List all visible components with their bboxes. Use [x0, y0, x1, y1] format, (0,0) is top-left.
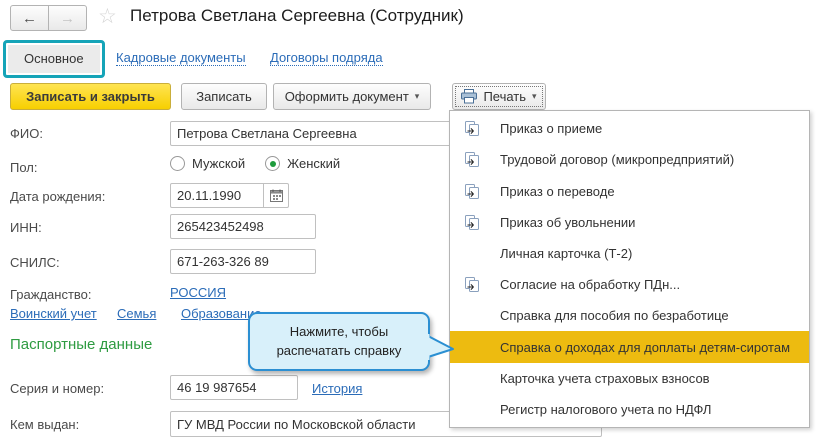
annotation-callout: Нажмите, чтобы распечатать справку	[248, 312, 430, 371]
back-arrow-icon: ←	[22, 10, 37, 27]
military-record-link[interactable]: Воинский учет	[10, 306, 97, 321]
forward-button[interactable]: →	[48, 5, 87, 31]
forward-arrow-icon: →	[60, 10, 75, 27]
print-form-icon	[462, 120, 482, 138]
fio-input[interactable]	[170, 121, 455, 146]
citizenship-label: Гражданство:	[10, 287, 92, 302]
series-number-label: Серия и номер:	[10, 381, 104, 396]
menu-item-label: Справка о доходах для доплаты детям-сиро…	[500, 340, 790, 355]
menu-item-soglasie-pdn[interactable]: Согласие на обработку ПДн...	[450, 269, 809, 300]
fio-label: ФИО:	[10, 126, 43, 141]
save-button[interactable]: Записать	[181, 83, 267, 110]
back-button[interactable]: ←	[10, 5, 49, 31]
print-form-icon	[462, 182, 482, 200]
series-number-input[interactable]	[170, 375, 298, 400]
radio-female-label: Женский	[287, 156, 340, 171]
menu-item-registr-ndfl[interactable]: Регистр налогового учета по НДФЛ	[450, 394, 809, 425]
save-and-close-button[interactable]: Записать и закрыть	[10, 83, 171, 110]
icon-placeholder	[462, 369, 482, 387]
menu-item-prikaz-o-prieme[interactable]: Приказ о приеме	[450, 113, 809, 144]
printer-icon	[461, 89, 477, 104]
menu-item-label: Приказ о переводе	[500, 184, 615, 199]
citizenship-link[interactable]: РОССИЯ	[170, 285, 226, 300]
callout-arrow-icon	[427, 334, 455, 360]
menu-item-label: Согласие на обработку ПДн...	[500, 277, 680, 292]
menu-item-label: Личная карточка (Т-2)	[500, 246, 632, 261]
chevron-down-icon: ▾	[415, 92, 420, 101]
gender-radio-group: Мужской Женский	[170, 156, 340, 171]
birth-date-label: Дата рождения:	[10, 189, 105, 204]
print-form-icon	[462, 276, 482, 294]
print-dropdown-menu: Приказ о приеме Трудовой договор (микроп…	[449, 110, 810, 428]
icon-placeholder	[462, 307, 482, 325]
inn-label: ИНН:	[10, 220, 42, 235]
menu-item-label: Приказ об увольнении	[500, 215, 635, 230]
create-document-button[interactable]: Оформить документ ▾	[273, 83, 431, 110]
issued-by-label: Кем выдан:	[10, 417, 79, 432]
snils-label: СНИЛС:	[10, 255, 60, 270]
tab-osnovnoe[interactable]: Основное	[8, 45, 100, 73]
passport-section-header: Паспортные данные	[10, 336, 152, 353]
menu-item-lichnaya-kartochka[interactable]: Личная карточка (Т-2)	[450, 238, 809, 269]
calendar-picker-button[interactable]	[263, 183, 289, 208]
snils-input[interactable]	[170, 249, 316, 274]
menu-item-kartochka-vznosov[interactable]: Карточка учета страховых взносов	[450, 363, 809, 394]
radio-male[interactable]: Мужской	[170, 156, 245, 171]
menu-item-label: Карточка учета страховых взносов	[500, 371, 710, 386]
menu-item-prikaz-o-perevode[interactable]: Приказ о переводе	[450, 175, 809, 206]
family-link[interactable]: Семья	[117, 306, 156, 321]
radio-male-label: Мужской	[192, 156, 245, 171]
history-link[interactable]: История	[312, 381, 362, 396]
menu-item-label: Справка для пособия по безработице	[500, 308, 729, 323]
icon-placeholder	[462, 400, 482, 418]
menu-item-label: Приказ о приеме	[500, 121, 602, 136]
tab-kadrovye-dokumenty[interactable]: Кадровые документы	[116, 50, 246, 66]
page-title: Петрова Светлана Сергеевна (Сотрудник)	[130, 6, 464, 26]
print-button[interactable]: Печать ▾	[452, 83, 546, 110]
tab-osnovnoe-highlight: Основное	[3, 40, 105, 78]
menu-item-spravka-bezrabotitsa[interactable]: Справка для пособия по безработице	[450, 300, 809, 331]
print-label: Печать	[483, 89, 526, 104]
radio-female[interactable]: Женский	[265, 156, 340, 171]
chevron-down-icon: ▾	[532, 92, 537, 101]
create-document-label: Оформить документ	[285, 89, 409, 104]
employee-card-window: ← → ☆ Петрова Светлана Сергеевна (Сотруд…	[0, 0, 817, 438]
favorite-star-icon[interactable]: ☆	[98, 4, 117, 29]
menu-item-spravka-dokhody-siroty[interactable]: Справка о доходах для доплаты детям-сиро…	[450, 331, 809, 362]
radio-male-circle-icon	[170, 156, 185, 171]
gender-label: Пол:	[10, 160, 38, 175]
inn-input[interactable]	[170, 214, 316, 239]
tab-dogovory-podryada[interactable]: Договоры подряда	[270, 50, 383, 66]
menu-item-trudovoy-dogovor[interactable]: Трудовой договор (микропредприятий)	[450, 144, 809, 175]
callout-text-line2: распечатать справку	[277, 342, 402, 361]
birth-date-input[interactable]	[170, 183, 264, 208]
icon-placeholder	[462, 244, 482, 262]
icon-placeholder	[462, 338, 482, 356]
menu-item-label: Регистр налогового учета по НДФЛ	[500, 402, 711, 417]
nav-history-group: ← →	[10, 5, 87, 31]
menu-item-label: Трудовой договор (микропредприятий)	[500, 152, 734, 167]
print-form-icon	[462, 213, 482, 231]
callout-text-line1: Нажмите, чтобы	[290, 323, 388, 342]
calendar-icon	[270, 189, 283, 202]
radio-female-circle-icon	[265, 156, 280, 171]
print-form-icon	[462, 151, 482, 169]
menu-item-prikaz-ob-uvolnenii[interactable]: Приказ об увольнении	[450, 207, 809, 238]
